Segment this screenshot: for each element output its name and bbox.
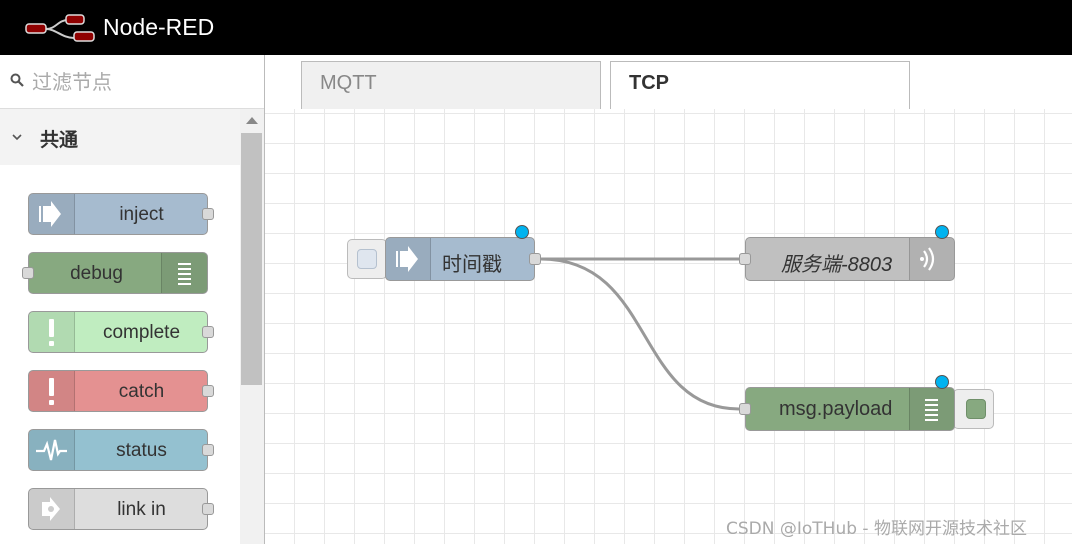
palette-node-status[interactable]: status <box>28 429 214 471</box>
header-bar: Node-RED <box>0 0 1072 55</box>
node-label: msg.payload <box>779 398 893 420</box>
changed-indicator-dot <box>935 225 949 239</box>
tab-label: TCP <box>629 72 669 94</box>
list-icon <box>909 388 954 430</box>
arrow-in-icon <box>29 194 75 234</box>
palette-node-complete[interactable]: complete <box>28 311 214 353</box>
palette-node-label: inject <box>119 204 164 225</box>
arrow-in-icon <box>386 238 431 280</box>
input-port <box>22 267 34 279</box>
node-label: 服务端-8803 <box>781 254 893 276</box>
flow-canvas[interactable]: 时间戳 服务端-8803 msg.payload <box>265 109 1072 544</box>
chevron-down-icon <box>12 134 22 141</box>
input-port[interactable] <box>739 403 751 415</box>
palette-node-link-in[interactable]: link in <box>28 488 214 530</box>
output-port[interactable] <box>529 253 541 265</box>
watermark-text: CSDN @IoTHub - 物联网开源技术社区 <box>726 519 1027 539</box>
list-icon <box>161 253 207 293</box>
node-red-logo-icon <box>25 14 95 42</box>
app-title: Node-RED <box>103 14 215 40</box>
output-port <box>202 444 214 456</box>
changed-indicator-dot <box>515 225 529 239</box>
palette-node-inject[interactable]: inject <box>28 193 214 235</box>
link-in-icon <box>29 489 75 529</box>
flow-tabs: MQTT TCP <box>265 55 1072 110</box>
flow-node-inject-timestamp[interactable]: 时间戳 <box>385 225 541 281</box>
scroll-thumb[interactable] <box>241 133 262 385</box>
palette-scrollbar[interactable] <box>240 109 264 544</box>
tab-mqtt[interactable]: MQTT <box>301 61 601 109</box>
filter-nodes-input[interactable] <box>30 67 254 97</box>
search-icon <box>10 73 24 87</box>
palette-node-label: status <box>116 440 167 461</box>
changed-indicator-dot <box>935 375 949 389</box>
palette-node-label: catch <box>118 381 165 402</box>
flow-node-tcp-server[interactable]: 服务端-8803 <box>739 225 955 281</box>
tab-label: MQTT <box>320 72 377 94</box>
input-port[interactable] <box>739 253 751 265</box>
flow-node-debug-payload[interactable]: msg.payload <box>739 375 955 431</box>
output-port <box>202 385 214 397</box>
output-port <box>202 503 214 515</box>
exclamation-icon <box>29 371 75 411</box>
node-label: 时间戳 <box>442 254 502 276</box>
bridge-icon <box>909 238 954 280</box>
node-palette: 共通 inject debug complete catch <box>0 55 265 544</box>
palette-node-label: link in <box>117 499 166 520</box>
output-port <box>202 208 214 220</box>
palette-category-common[interactable]: 共通 <box>0 109 240 165</box>
flow-wires <box>540 257 740 411</box>
pulse-icon <box>29 430 75 470</box>
workspace: MQTT TCP 时间戳 服务端-8803 msg.payload <box>265 55 1072 544</box>
palette-node-debug[interactable]: debug <box>22 252 208 294</box>
wire-inject-to-debug <box>540 257 740 411</box>
category-label: 共通 <box>40 129 79 151</box>
tab-tcp[interactable]: TCP <box>610 61 910 110</box>
inject-trigger-button[interactable] <box>347 239 387 279</box>
scroll-up-arrow-icon[interactable] <box>246 117 258 124</box>
exclamation-icon <box>29 312 75 352</box>
palette-node-catch[interactable]: catch <box>28 370 214 412</box>
palette-filter <box>0 55 264 109</box>
output-port <box>202 326 214 338</box>
palette-node-label: complete <box>102 322 181 343</box>
debug-toggle-button[interactable] <box>953 389 994 429</box>
palette-node-label: debug <box>70 263 123 284</box>
